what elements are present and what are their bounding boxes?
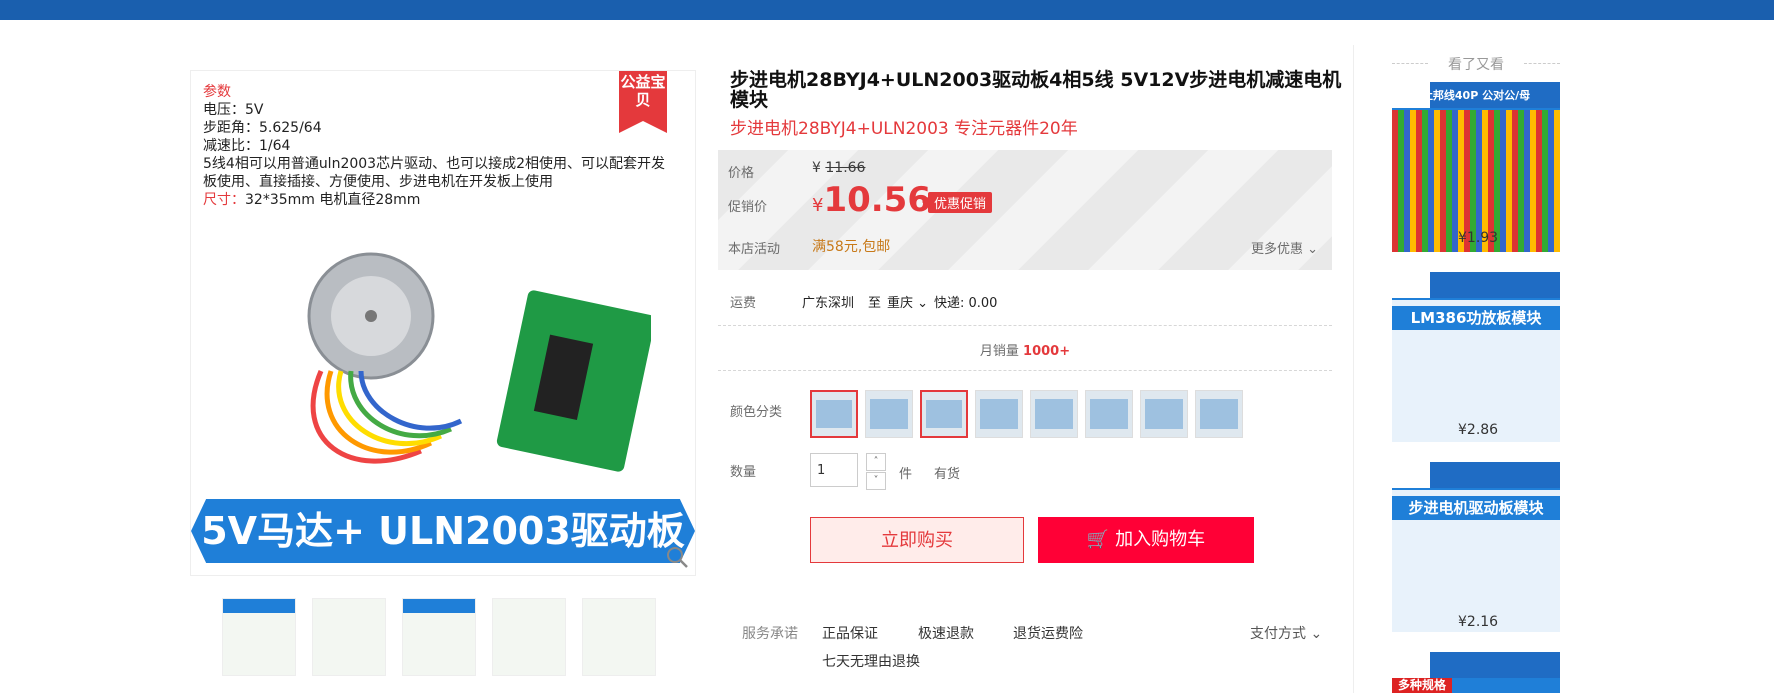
recommended-item[interactable]: 多种规格 xyxy=(1392,652,1560,693)
thumbnail[interactable] xyxy=(402,598,476,676)
shop-activity[interactable]: 满58元,包邮 xyxy=(812,236,890,256)
add-to-cart-button[interactable]: 🛒 加入购物车 xyxy=(1038,517,1254,563)
express-fee: 快递: 0.00 xyxy=(934,296,998,311)
product-banner: 5V马达+ ULN2003驱动板 xyxy=(191,499,695,563)
price-panel: 价格 ¥ 11.66 促销价 ¥10.56 优惠促销 本店活动 满58元,包邮 … xyxy=(718,150,1332,270)
promo-tag: 优惠促销 xyxy=(921,192,993,213)
spec-heading: 参数 xyxy=(203,84,231,100)
color-swatch[interactable] xyxy=(1195,390,1243,438)
chevron-down-icon: ⌄ xyxy=(1307,242,1318,257)
quantity-decrease-button[interactable]: ˅ xyxy=(866,472,886,490)
spec-size-label: 尺寸： xyxy=(203,192,245,208)
color-swatch[interactable] xyxy=(1030,390,1078,438)
thumbnail[interactable] xyxy=(492,598,566,676)
ship-to-selector[interactable]: 重庆 ⌄ xyxy=(887,292,928,311)
chevron-down-icon: ⌄ xyxy=(913,296,929,311)
monthly-sales-value: 1000+ xyxy=(1023,344,1071,359)
add-to-cart-label: 加入购物车 xyxy=(1115,529,1206,550)
recommended-caption: 步进电机驱动板模块 xyxy=(1392,496,1560,520)
thumbnail-strip xyxy=(222,598,656,676)
recommended-item[interactable]: 步进电机驱动板模块 xyxy=(1392,462,1560,632)
quantity-input[interactable] xyxy=(810,453,858,487)
service-item[interactable]: 七天无理由退换 xyxy=(822,651,920,671)
also-viewed-title: 看了又看 xyxy=(1392,54,1560,74)
more-offers-label: 更多优惠 xyxy=(1250,242,1303,257)
color-swatch[interactable] xyxy=(810,390,858,438)
zoom-icon[interactable] xyxy=(665,545,689,569)
cart-icon: 🛒 xyxy=(1086,529,1110,550)
spec-voltage: 电压：5V xyxy=(203,102,264,118)
original-currency: ¥ xyxy=(812,160,821,176)
payment-methods-button[interactable]: 支付方式 ⌄ xyxy=(1250,623,1322,643)
ship-from: 广东深圳 xyxy=(802,296,855,311)
recommended-item[interactable]: LM386功放板模块 xyxy=(1392,272,1560,442)
quantity-unit: 件 xyxy=(899,467,913,482)
thumbnail[interactable] xyxy=(582,598,656,676)
color-options xyxy=(810,390,1243,438)
buy-now-button[interactable]: 立即购买 xyxy=(810,517,1024,563)
motor-illustration xyxy=(307,252,651,472)
spec-text: 参数 电压：5V 步距角：5.625/64 减速比：1/64 5线4相可以用普通… xyxy=(203,83,673,209)
product-subtitle: 步进电机28BYJ4+ULN2003 专注元器件20年 xyxy=(730,119,1078,139)
top-nav-bar xyxy=(0,0,1774,20)
recommended-item[interactable]: 杜邦线40P 公对公/母 xyxy=(1392,82,1560,252)
color-swatch[interactable] xyxy=(1140,390,1188,438)
spec-size-value: 32*35mm 电机直径28mm xyxy=(245,192,421,208)
original-price: ¥ 11.66 xyxy=(812,160,865,176)
recommended-caption: 杜邦线40P 公对公/母 xyxy=(1421,89,1531,102)
service-label: 服务承诺 xyxy=(742,626,798,642)
color-swatch[interactable] xyxy=(865,390,913,438)
shop-activity-label: 本店活动 xyxy=(728,242,781,257)
monthly-sales-label: 月销量 xyxy=(979,344,1019,359)
sidebar-divider xyxy=(1353,45,1354,693)
color-swatch[interactable] xyxy=(1085,390,1133,438)
service-item[interactable]: 正品保证 xyxy=(822,623,878,643)
quantity-increase-button[interactable]: ˄ xyxy=(866,453,886,471)
color-swatch[interactable] xyxy=(975,390,1023,438)
color-swatch[interactable] xyxy=(920,390,968,438)
divider xyxy=(718,325,1332,326)
color-label: 颜色分类 xyxy=(730,405,783,420)
thumbnail[interactable] xyxy=(222,598,296,676)
service-item[interactable]: 退货运费险 xyxy=(1013,623,1083,643)
original-price-value: 11.66 xyxy=(825,160,866,176)
promo-price: ¥10.56 xyxy=(812,180,931,220)
recommended-price: ¥2.16 xyxy=(1458,614,1499,630)
ship-to-word: 至 xyxy=(868,296,882,311)
recommended-caption: LM386功放板模块 xyxy=(1392,306,1560,330)
thumbnail[interactable] xyxy=(312,598,386,676)
promo-currency: ¥ xyxy=(812,195,824,216)
spec-description: 5线4相可以用普通uln2003芯片驱动、也可以接成2相使用、可以配套开发板使用… xyxy=(203,156,665,190)
chevron-down-icon: ⌄ xyxy=(1310,626,1323,642)
divider xyxy=(718,370,1332,371)
quantity-label: 数量 xyxy=(730,465,757,480)
spec-step-angle: 步距角：5.625/64 xyxy=(203,120,322,136)
promo-price-label: 促销价 xyxy=(728,200,768,215)
recommended-price: ¥2.86 xyxy=(1458,422,1499,438)
recommended-price: ¥1.93 xyxy=(1458,230,1499,246)
payment-methods-label: 支付方式 xyxy=(1250,626,1306,642)
product-title: 步进电机28BYJ4+ULN2003驱动板4相5线 5V12V步进电机减速电机模… xyxy=(730,69,1342,111)
more-offers-button[interactable]: 更多优惠 ⌄ xyxy=(1251,238,1318,257)
stock-status: 有货 xyxy=(934,467,961,482)
spec-reduction: 减速比：1/64 xyxy=(203,138,291,154)
shipping-label: 运费 xyxy=(730,296,757,311)
monthly-sales: 月销量 1000+ xyxy=(718,340,1332,359)
price-label: 价格 xyxy=(728,166,755,181)
ship-to-city: 重庆 xyxy=(887,296,914,311)
recommended-caption: 多种规格 xyxy=(1392,678,1452,693)
charity-badge: 公益宝贝 xyxy=(619,71,667,133)
spec-size: 尺寸：32*35mm 电机直径28mm xyxy=(203,191,673,209)
service-item[interactable]: 极速退款 xyxy=(918,623,974,643)
promo-price-value: 10.56 xyxy=(823,180,931,220)
main-product-image[interactable]: 参数 电压：5V 步距角：5.625/64 减速比：1/64 5线4相可以用普通… xyxy=(190,70,696,576)
